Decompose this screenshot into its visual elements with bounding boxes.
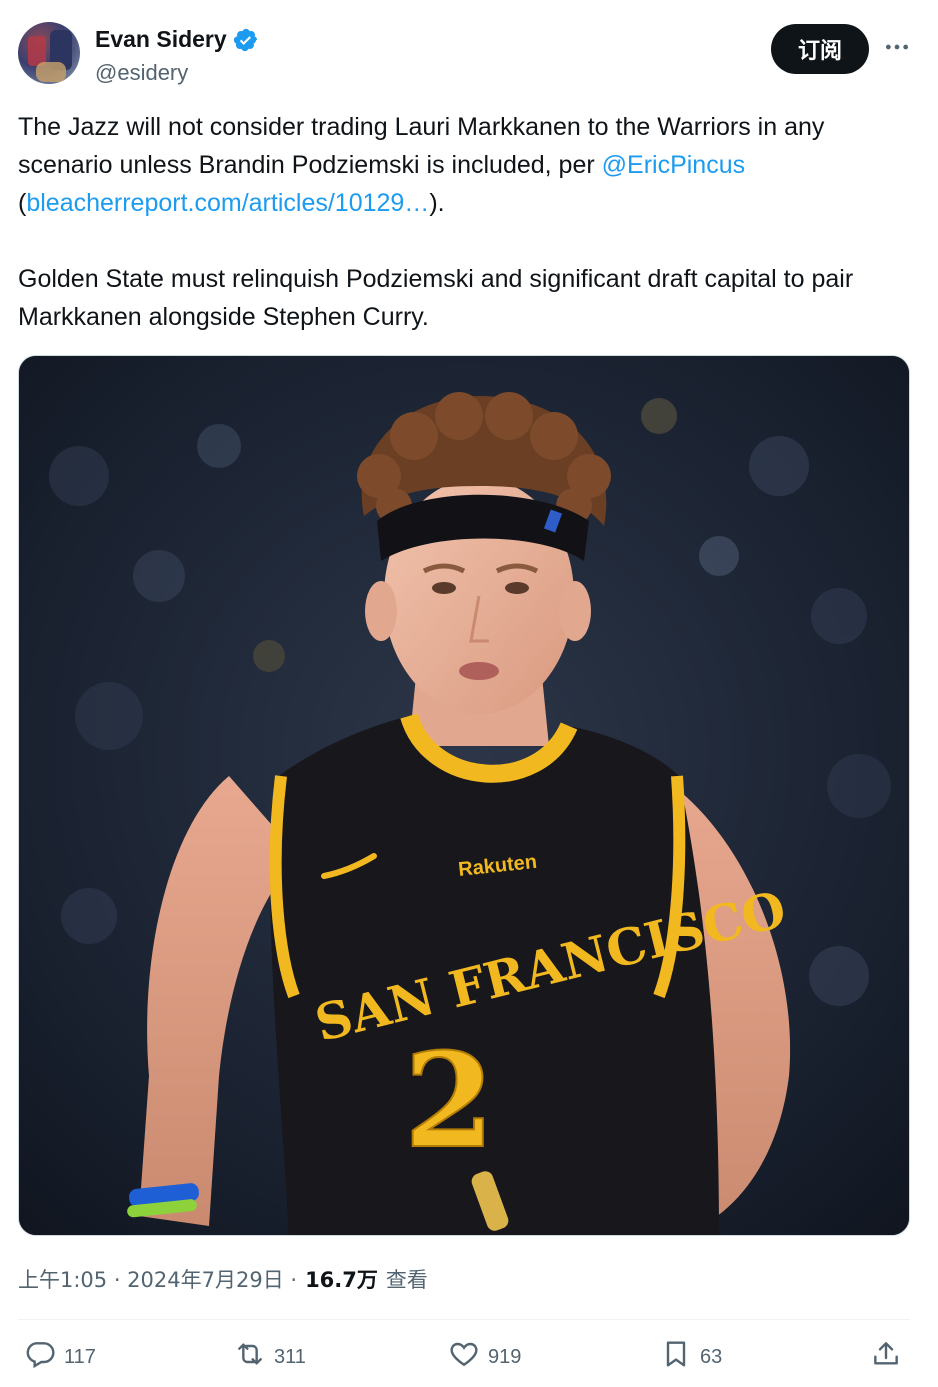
author-handle[interactable]: @esidery: [95, 60, 188, 86]
heart-icon: [448, 1338, 480, 1376]
share-icon: [870, 1338, 902, 1376]
author-name-row[interactable]: Evan Sidery: [95, 26, 259, 53]
bookmark-icon: [660, 1338, 692, 1376]
like-button[interactable]: 919: [448, 1338, 521, 1376]
tweet-text: The Jazz will not consider trading Lauri…: [18, 108, 918, 336]
verified-badge-icon: [233, 27, 259, 53]
bookmark-count: 63: [700, 1345, 723, 1368]
tweet-actions: 117 311 919 63: [18, 1338, 910, 1378]
tweet-header: Evan Sidery @esidery 订阅: [18, 22, 920, 92]
subscribe-button[interactable]: 订阅: [771, 24, 869, 74]
reply-count: 117: [64, 1345, 96, 1368]
tweet-meta: 上午1:05 · 2024年7月29日 · 16.7万 查看: [18, 1264, 428, 1294]
repost-count: 311: [274, 1345, 306, 1368]
author-display-name[interactable]: Evan Sidery: [95, 26, 227, 53]
tweet-photo[interactable]: Rakuten SAN FRANCISCO 2: [18, 355, 910, 1236]
article-link[interactable]: bleacherreport.com/articles/10129…: [26, 189, 429, 217]
share-button[interactable]: [870, 1338, 902, 1376]
avatar[interactable]: [18, 22, 80, 84]
more-horizontal-icon[interactable]: [882, 32, 912, 62]
reply-button[interactable]: 117: [24, 1338, 96, 1376]
bookmark-button[interactable]: 63: [660, 1338, 722, 1376]
jersey-number-text: 2: [404, 1024, 494, 1177]
tweet-paragraph-1: The Jazz will not consider trading Lauri…: [18, 108, 918, 222]
like-count: 919: [488, 1345, 522, 1368]
repost-button[interactable]: 311: [234, 1338, 306, 1376]
views-count: 16.7万: [305, 1268, 378, 1292]
views-label: 查看: [385, 1268, 428, 1292]
player-photo-illustration: Rakuten SAN FRANCISCO 2: [19, 356, 909, 1235]
divider: [18, 1319, 910, 1320]
repost-icon: [234, 1338, 266, 1376]
tweet-paragraph-2: Golden State must relinquish Podziemski …: [18, 265, 854, 331]
mention-link[interactable]: @EricPincus: [602, 151, 745, 179]
paren-close: ).: [429, 189, 445, 217]
reply-icon: [24, 1338, 56, 1376]
tweet-timestamp[interactable]: 上午1:05 · 2024年7月29日 ·: [18, 1264, 297, 1294]
